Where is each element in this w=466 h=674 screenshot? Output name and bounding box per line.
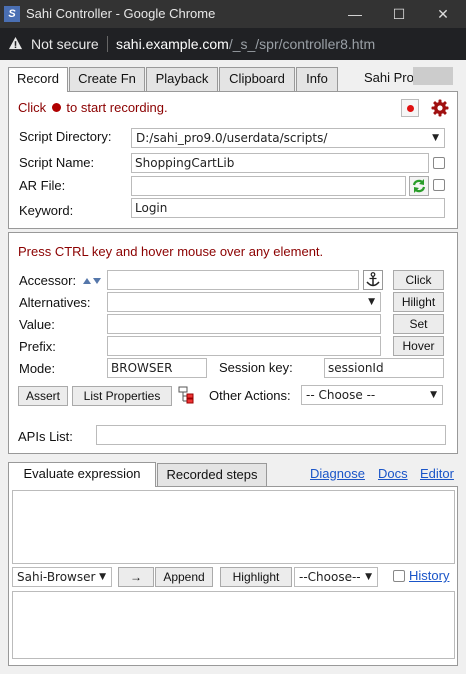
other-actions-value: -- Choose -- [306,388,376,402]
chevron-down-icon: ▼ [368,297,375,307]
address-bar[interactable]: Not secure sahi.example.com/_s_/spr/cont… [0,28,466,60]
assert-button[interactable]: Assert [18,386,68,406]
mode-field[interactable]: BROWSER [107,358,207,378]
diagnose-link[interactable]: Diagnose [310,466,365,481]
accessor-hint: Press CTRL key and hover mouse over any … [18,244,324,259]
browser-select[interactable]: Sahi-Browser ▼ [12,567,112,587]
ar-file-label: AR File: [19,178,66,193]
script-name-label: Script Name: [19,155,95,170]
brand-label: Sahi Pro [364,70,414,85]
accessor-label: Accessor: [19,273,77,288]
security-status[interactable]: Not secure [31,36,99,52]
script-name-field[interactable]: ShoppingCartLib [131,153,429,173]
keyword-label: Keyword: [19,203,74,218]
tab-playback[interactable]: Playback [146,67,218,91]
gear-icon[interactable] [431,99,449,117]
warning-icon [8,36,23,50]
record-hint: Click to start recording. [18,100,168,115]
tab-info[interactable]: Info [296,67,338,91]
ar-file-field[interactable] [131,176,406,196]
chevron-down-icon: ▼ [99,572,106,582]
click-button[interactable]: Click [393,270,444,290]
result-textarea[interactable] [12,591,455,659]
apis-list-field[interactable] [96,425,446,445]
session-key-label: Session key: [219,360,293,375]
chevron-down-icon: ▼ [432,133,439,143]
dom-tree-icon[interactable] [177,386,195,405]
docs-link[interactable]: Docs [378,466,408,481]
history-link[interactable]: History [409,568,449,583]
accessor-field[interactable] [107,270,359,290]
history-checkbox[interactable] [393,570,405,582]
url-host: sahi.example.com [116,36,229,52]
tab-record[interactable]: Record [8,67,68,92]
execute-arrow-button[interactable]: → [118,567,154,587]
maximize-icon[interactable]: ☐ [384,3,414,25]
browser-select-value: Sahi-Browser [17,570,96,584]
evaluate-panel: Sahi-Browser ▼ → Append Highlight --Choo… [8,486,458,666]
minimize-icon[interactable]: — [340,3,370,25]
keyword-field[interactable]: Login [131,198,445,218]
other-actions-select[interactable]: -- Choose -- ▼ [301,385,443,405]
alternatives-select[interactable]: ▼ [107,292,381,312]
refresh-icon[interactable] [409,176,429,196]
tab-clipboard[interactable]: Clipboard [219,67,295,91]
script-directory-value: D:/sahi_pro9.0/userdata/scripts/ [136,131,328,145]
record-panel: Click to start recording. Script Directo… [8,91,458,229]
up-down-arrows-icon[interactable] [82,275,102,287]
window-titlebar: S Sahi Controller - Google Chrome — ☐ ✕ [0,0,466,28]
prefix-label: Prefix: [19,339,56,354]
close-icon[interactable]: ✕ [428,3,458,25]
apis-list-label: APIs List: [18,429,73,444]
anchor-icon[interactable] [363,270,383,290]
hover-button[interactable]: Hover [393,336,444,356]
tab-evaluate-expression[interactable]: Evaluate expression [8,462,156,487]
prefix-field[interactable] [107,336,381,356]
ar-file-checkbox[interactable] [433,179,445,191]
license-placeholder [413,67,453,85]
record-hint-suffix: to start recording. [66,100,168,115]
append-button[interactable]: Append [155,567,213,587]
record-button[interactable] [401,99,419,117]
list-properties-button[interactable]: List Properties [72,386,172,406]
chevron-down-icon: ▼ [365,572,372,582]
other-actions-label: Other Actions: [209,388,291,403]
value-field[interactable] [107,314,381,334]
url-text[interactable]: sahi.example.com/_s_/spr/controller8.htm [116,36,375,52]
session-key-field[interactable]: sessionId [324,358,444,378]
set-button[interactable]: Set [393,314,444,334]
expression-textarea[interactable] [12,490,455,564]
chevron-down-icon: ▼ [430,390,437,400]
script-name-checkbox[interactable] [433,157,445,169]
record-dot-icon [51,103,61,112]
hilight-button[interactable]: Hilight [393,292,444,312]
editor-link[interactable]: Editor [420,466,454,481]
highlight-button[interactable]: Highlight [220,567,292,587]
tab-recorded-steps[interactable]: Recorded steps [157,463,267,486]
window-title: Sahi Controller - Google Chrome [26,6,216,21]
url-path: /_s_/spr/controller8.htm [228,36,376,52]
value-label: Value: [19,317,55,332]
script-directory-label: Script Directory: [19,129,112,144]
mode-label: Mode: [19,361,56,376]
sahi-app-icon: S [4,6,20,22]
record-hint-prefix: Click [18,100,47,115]
script-directory-select[interactable]: D:/sahi_pro9.0/userdata/scripts/ ▼ [131,128,445,148]
record-icon [407,105,414,112]
accessor-panel: Press CTRL key and hover mouse over any … [8,232,458,454]
alternatives-label: Alternatives: [19,295,91,310]
choose-select-value: --Choose-- [299,570,361,584]
tab-create-fn[interactable]: Create Fn [69,67,145,91]
address-separator [107,36,108,52]
choose-select[interactable]: --Choose-- ▼ [294,567,378,587]
